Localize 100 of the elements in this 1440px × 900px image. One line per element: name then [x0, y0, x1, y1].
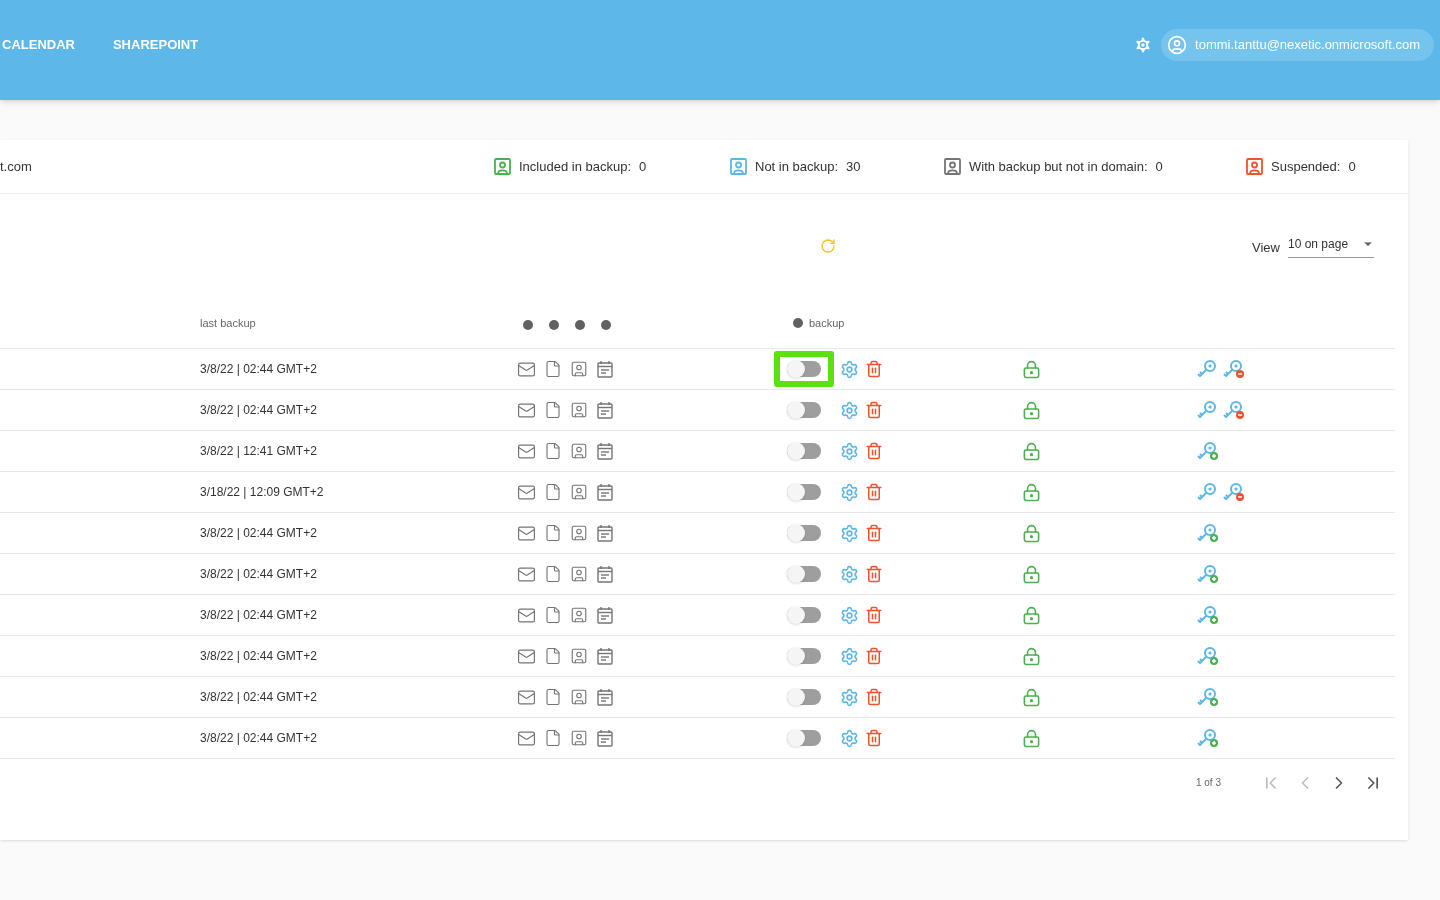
contact-icon [570, 442, 588, 460]
delete-icon[interactable] [865, 565, 883, 583]
file-icon [544, 401, 562, 419]
backup-toggle[interactable] [787, 648, 821, 664]
stat-label: Included in backup: [519, 157, 632, 176]
backup-toggle[interactable] [787, 402, 821, 418]
file-icon [544, 360, 562, 378]
lock-icon [1022, 400, 1041, 420]
key-add-icon[interactable] [1197, 687, 1219, 707]
backup-toggle[interactable] [787, 607, 821, 623]
stat-label: Not in backup: [755, 157, 839, 176]
view-label: View [1252, 239, 1280, 257]
lock-icon [1022, 605, 1041, 625]
last-backup-cell-text: 3/8/22 | 02:44 GMT+2 [200, 730, 318, 747]
lock-icon [1022, 523, 1041, 543]
calendar-icon [596, 606, 614, 624]
file-icon [544, 606, 562, 624]
file-icon [544, 483, 562, 501]
key-icon[interactable] [1197, 400, 1219, 420]
column-header: backup [809, 315, 845, 331]
contact-icon [570, 524, 588, 542]
delete-icon[interactable] [865, 483, 883, 501]
lock-icon [1022, 564, 1041, 584]
last-backup-cell-text: 3/8/22 | 02:44 GMT+2 [200, 566, 318, 583]
last-backup-cell-text: 3/8/22 | 02:44 GMT+2 [200, 525, 318, 542]
lock-icon [1022, 687, 1041, 707]
nav-link[interactable]: CALENDAR [2, 35, 75, 55]
key-add-icon[interactable] [1197, 441, 1219, 461]
last-backup-cell-text: 3/8/22 | 02:44 GMT+2 [200, 361, 318, 378]
delete-icon[interactable] [865, 647, 883, 665]
key-add-icon[interactable] [1197, 646, 1219, 666]
settings-icon[interactable] [840, 687, 859, 707]
backup-toggle[interactable] [787, 443, 821, 459]
lock-icon [1022, 441, 1041, 461]
settings-icon[interactable] [840, 646, 859, 666]
delete-icon[interactable] [865, 688, 883, 706]
calendar-icon [596, 729, 614, 747]
user-icon [1167, 35, 1188, 55]
nav-link[interactable]: SHAREPOINT [112, 35, 199, 55]
delete-icon[interactable] [865, 606, 883, 624]
lock-icon [1022, 482, 1041, 502]
file-icon [544, 688, 562, 706]
key-remove-icon[interactable] [1223, 482, 1245, 502]
last-backup-cell-text: 3/8/22 | 02:44 GMT+2 [200, 648, 318, 665]
stat-count: 0 [1155, 157, 1163, 176]
settings-icon[interactable] [840, 359, 859, 379]
calendar-icon [596, 483, 614, 501]
contact-icon [570, 647, 588, 665]
settings-icon[interactable] [840, 564, 859, 584]
contact-icon [570, 606, 588, 624]
contact-icon [570, 729, 588, 747]
settings-icon[interactable] [840, 523, 859, 543]
backup-toggle[interactable] [787, 730, 821, 746]
file-icon [544, 524, 562, 542]
delete-icon[interactable] [865, 524, 883, 542]
backup-toggle[interactable] [787, 525, 821, 541]
file-icon [544, 565, 562, 583]
refresh-icon[interactable] [820, 238, 836, 254]
stat-label: Suspended: [1271, 157, 1341, 176]
key-add-icon[interactable] [1197, 564, 1219, 584]
account-button[interactable]: tommi.tanttu@nexetic.onmicrosoft.com [1161, 29, 1434, 61]
key-icon[interactable] [1197, 359, 1219, 379]
key-add-icon[interactable] [1197, 728, 1219, 748]
key-remove-icon[interactable] [1223, 400, 1245, 420]
calendar-icon [596, 565, 614, 583]
last-backup-cell-text: 3/8/22 | 02:44 GMT+2 [200, 607, 318, 624]
settings-icon[interactable] [840, 400, 859, 420]
delete-icon[interactable] [865, 360, 883, 378]
file-icon [544, 729, 562, 747]
calendar-icon [596, 401, 614, 419]
backup-toggle[interactable] [787, 361, 821, 377]
settings-icon[interactable] [840, 441, 859, 461]
lock-icon [1022, 646, 1041, 666]
settings-icon[interactable] [840, 482, 859, 502]
contact-icon [570, 565, 588, 583]
stat-label: With backup but not in domain: [969, 157, 1148, 176]
last-backup-cell-text: 3/18/22 | 12:09 GMT+2 [200, 484, 325, 501]
file-icon [544, 647, 562, 665]
key-icon[interactable] [1197, 482, 1219, 502]
key-remove-icon[interactable] [1223, 359, 1245, 379]
backup-toggle[interactable] [787, 566, 821, 582]
last-backup-cell-text: 3/8/22 | 02:44 GMT+2 [200, 689, 318, 706]
settings-icon[interactable] [840, 605, 859, 625]
page-indicator: 1 of 3 [1195, 776, 1221, 790]
stat-count: 0 [639, 157, 647, 176]
calendar-icon [596, 647, 614, 665]
stat-count: 30 [846, 157, 861, 176]
lock-icon [1022, 359, 1041, 379]
lock-icon [1022, 728, 1041, 748]
backup-toggle[interactable] [787, 484, 821, 500]
delete-icon[interactable] [865, 729, 883, 747]
backup-toggle[interactable] [787, 689, 821, 705]
delete-icon[interactable] [865, 442, 883, 460]
key-add-icon[interactable] [1197, 523, 1219, 543]
delete-icon[interactable] [865, 401, 883, 419]
page-size-select[interactable]: 10 on page [1288, 234, 1374, 258]
key-add-icon[interactable] [1197, 605, 1219, 625]
settings-icon[interactable] [840, 728, 859, 748]
file-icon [544, 442, 562, 460]
column-header: last backup [200, 315, 256, 331]
